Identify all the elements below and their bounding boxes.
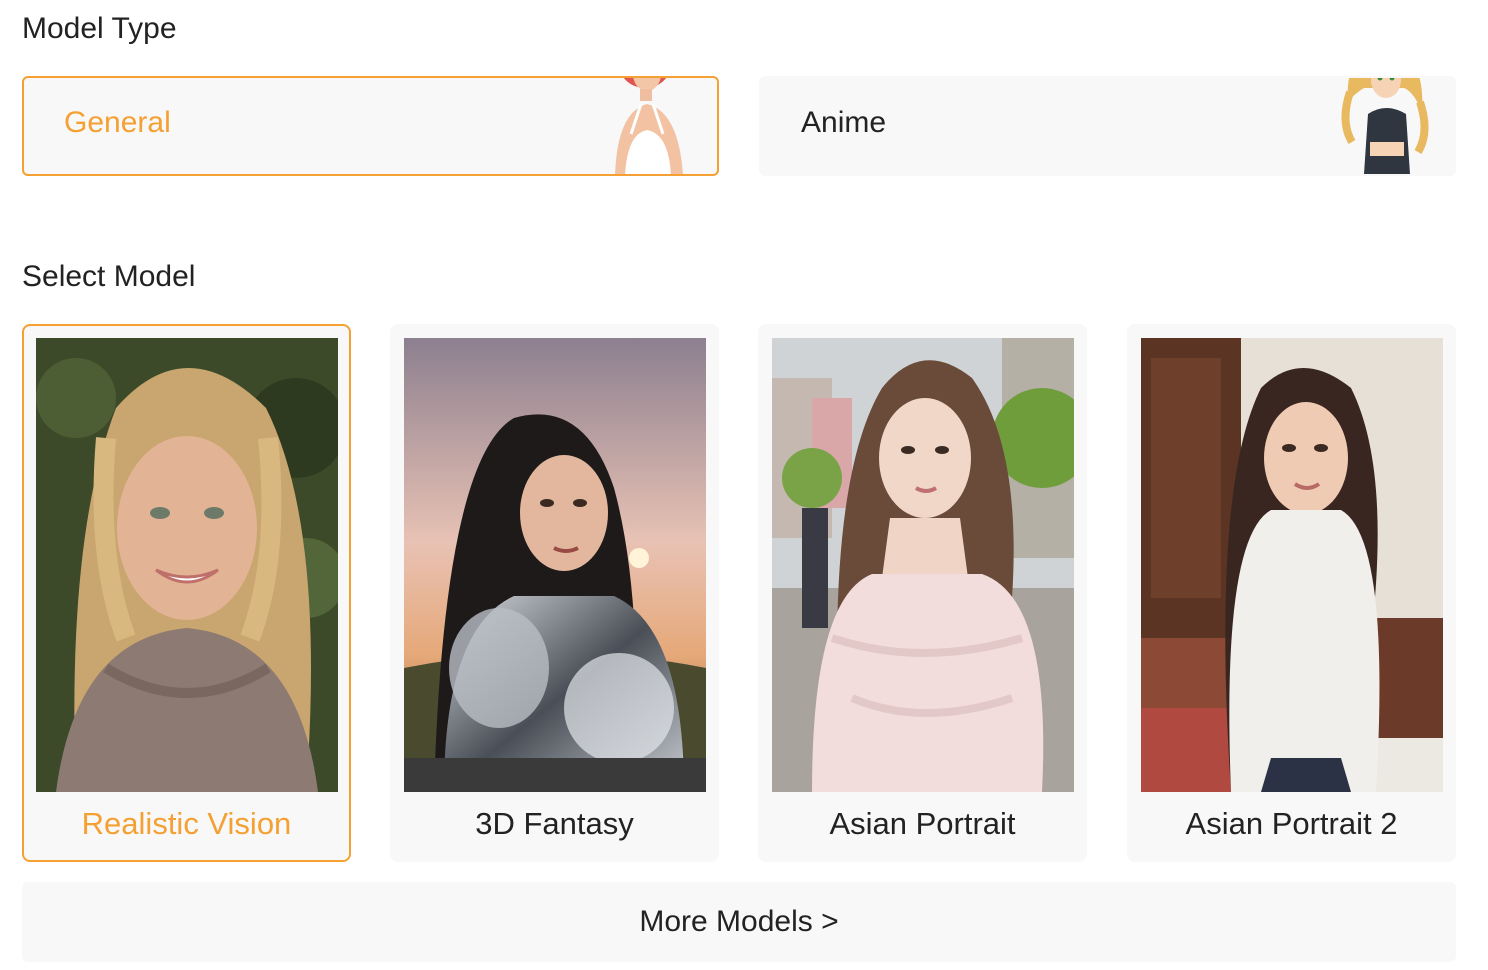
select-model-heading: Select Model (22, 260, 196, 293)
model-card-realistic-vision[interactable]: Realistic Vision (22, 324, 351, 862)
model-label-asian-portrait: Asian Portrait (829, 806, 1016, 841)
model-selector-panel: Model Type General Anime Select Model Re… (0, 0, 1488, 970)
model-type-anime[interactable]: Anime (759, 76, 1456, 176)
model-type-general-label: General (64, 106, 171, 139)
anime-character-thumbnail (1341, 78, 1429, 174)
model-card-asian-portrait-2[interactable]: Asian Portrait 2 (1127, 324, 1456, 862)
more-models-button[interactable]: More Models > (22, 882, 1456, 962)
asian-portrait-preview-image (772, 338, 1074, 792)
model-label-realistic-vision: Realistic Vision (81, 806, 292, 841)
realistic-vision-preview-image (36, 338, 338, 792)
model-type-general[interactable]: General (22, 76, 719, 176)
model-card-asian-portrait[interactable]: Asian Portrait (758, 324, 1087, 862)
general-character-thumbnail (615, 78, 683, 174)
model-type-anime-label: Anime (801, 106, 887, 139)
3d-fantasy-preview-image (404, 338, 706, 792)
asian-portrait-2-preview-image (1141, 338, 1443, 792)
model-type-heading: Model Type (22, 12, 177, 45)
model-label-asian-portrait-2: Asian Portrait 2 (1185, 806, 1398, 841)
model-card-3d-fantasy[interactable]: 3D Fantasy (390, 324, 719, 862)
model-label-3d-fantasy: 3D Fantasy (475, 806, 634, 841)
